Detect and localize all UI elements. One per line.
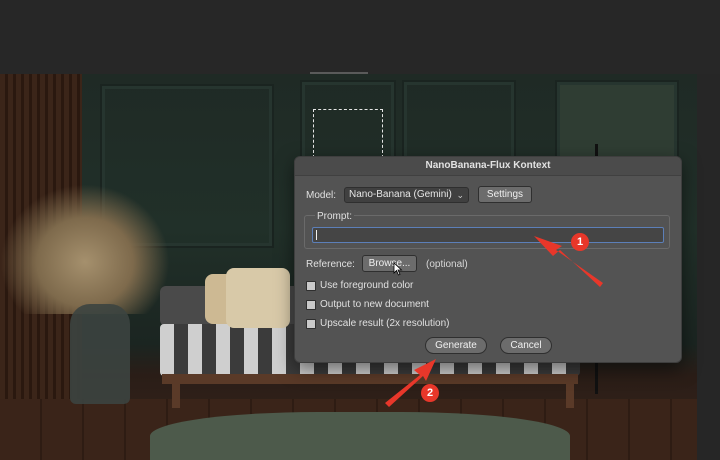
checkbox-label: Output to new document: [320, 299, 429, 310]
vase: [70, 304, 130, 404]
right-gutter: [697, 74, 720, 460]
mouse-pointer-icon: [393, 262, 403, 276]
optional-hint: (optional): [426, 259, 468, 270]
step-badge-2: 2: [421, 384, 439, 402]
reference-label: Reference:: [306, 259, 355, 270]
sofa-leg: [566, 382, 574, 408]
cancel-button[interactable]: Cancel: [500, 337, 552, 354]
rug: [150, 412, 570, 460]
model-select-value: Nano-Banana (Gemini): [349, 189, 452, 200]
pillow: [226, 268, 290, 328]
settings-button[interactable]: Settings: [478, 186, 532, 203]
generate-button[interactable]: Generate: [425, 337, 487, 354]
model-select[interactable]: Nano-Banana (Gemini) ⌄: [344, 187, 469, 203]
checkbox-label: Use foreground color: [320, 280, 414, 291]
top-panel: [0, 0, 720, 74]
plugin-dialog: NanoBanana-Flux Kontext Model: Nano-Bana…: [294, 156, 682, 363]
prompt-label: Prompt:: [315, 211, 355, 222]
prompt-input[interactable]: [312, 227, 664, 243]
sofa-base: [162, 374, 578, 384]
dialog-title: NanoBanana-Flux Kontext: [295, 157, 681, 176]
browse-button[interactable]: Browse...: [362, 255, 417, 272]
pampas-grass: [0, 184, 170, 314]
sofa-leg: [172, 382, 180, 408]
model-label: Model:: [306, 190, 337, 201]
checkbox[interactable]: [306, 319, 316, 329]
checkbox-label: Upscale result (2x resolution): [320, 318, 450, 329]
step-badge-1: 1: [571, 233, 589, 251]
text-caret: [316, 230, 317, 240]
checkbox[interactable]: [306, 281, 316, 291]
chevron-down-icon: ⌄: [456, 190, 464, 200]
checkbox[interactable]: [306, 300, 316, 310]
